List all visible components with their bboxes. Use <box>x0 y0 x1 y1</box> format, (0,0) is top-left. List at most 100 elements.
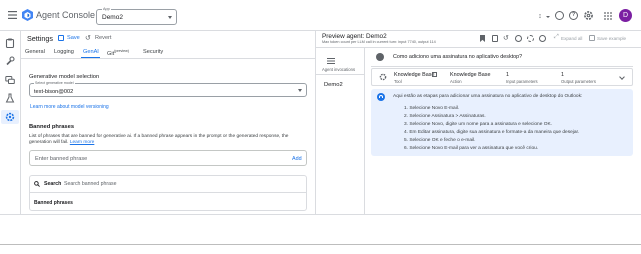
topbar-divider <box>0 30 641 31</box>
dialogflow-logo-icon <box>22 9 33 21</box>
wrench-icon[interactable] <box>5 56 15 66</box>
banned-phrases-desc-2: generation will fail. Learn more <box>29 140 94 145</box>
user-message-text: Como adiciono uma assinatura no aplicati… <box>393 54 523 60</box>
settings-gear-icon[interactable] <box>583 10 594 21</box>
banned-phrases-desc-2-text: generation will fail. <box>29 140 69 145</box>
tab-git-badge: (preview) <box>114 49 129 53</box>
revert-button[interactable]: ↺ Revert <box>85 34 113 43</box>
answer-step-4: 4. Em Editar assinatura, digite sua assi… <box>404 130 580 135</box>
invocations-divider <box>316 74 364 75</box>
output-label: Output parameters <box>561 79 596 84</box>
answer-step-5: 5. Selecione OK e feche o e-mail. <box>404 138 476 143</box>
settings-title: Settings <box>27 34 53 43</box>
model-select-value: text-bison@002 <box>34 88 74 95</box>
tool-icon <box>379 73 387 81</box>
banned-phrases-title: Banned phrases <box>29 124 75 130</box>
nav-rail <box>0 31 20 214</box>
table-header-divider <box>30 192 306 193</box>
app-title: Agent Console <box>36 10 96 20</box>
chevron-down-icon <box>298 89 302 92</box>
chevron-down-icon[interactable] <box>619 74 625 80</box>
search-label: Search <box>44 181 62 187</box>
user-avatar-icon <box>376 53 384 61</box>
save-icon <box>58 35 64 41</box>
expand-all-icon: ⤢ <box>554 34 559 40</box>
avatar[interactable]: D <box>619 9 632 22</box>
input-count: 1 <box>506 72 509 78</box>
banned-phrase-input-placeholder: Enter banned phrase <box>35 156 88 162</box>
help-icon[interactable]: ? <box>569 11 578 20</box>
tab-security[interactable]: Security <box>143 49 163 55</box>
environment-icon[interactable]: ↕ <box>535 12 545 20</box>
output-count: 1 <box>561 72 564 78</box>
agent-invocations-label: Agent invocations <box>322 67 356 72</box>
bookmark-icon[interactable] <box>480 35 485 42</box>
agent-list-item[interactable]: Demo2 <box>324 82 343 88</box>
test-flask-icon[interactable] <box>5 93 15 103</box>
model-select-label: Select generative model <box>34 81 75 85</box>
search-icon <box>34 181 40 187</box>
add-button[interactable]: Add <box>292 156 302 162</box>
preview-toolbar: ↺ ⤢ Expand all Save example <box>478 34 638 44</box>
revert-icon: ↺ <box>85 35 91 42</box>
answer-step-6: 6. Selecione Novo E-mail para ver a assi… <box>404 146 539 151</box>
bottom-divider <box>0 214 641 215</box>
table-header-banned-phrases: Banned phrases <box>34 200 73 206</box>
model-section-title: Generative model selection <box>29 74 100 80</box>
message-divider <box>371 66 633 67</box>
bottom-rule <box>0 244 641 245</box>
timer-icon[interactable] <box>539 35 546 42</box>
chat-bubbles-icon[interactable] <box>5 75 15 85</box>
tool-name: Knowledge Base <box>394 72 435 78</box>
app-select[interactable]: App Demo2 <box>96 7 177 25</box>
banned-learn-more-link[interactable]: Learn more <box>70 140 95 145</box>
app-select-value: Demo2 <box>102 14 123 21</box>
answer-step-2: 2. Selecione Assinatura > Assinaturas. <box>404 114 486 119</box>
menu-icon[interactable] <box>8 11 17 19</box>
revert-label: Revert <box>95 35 112 41</box>
action-type: Action <box>450 79 462 84</box>
banned-phrases-desc-1: List of phrases that are banned for gene… <box>29 134 289 139</box>
answer-intro: Aqui estão as etapas para adicionar uma … <box>393 94 583 99</box>
save-example-icon <box>589 35 595 41</box>
tab-git[interactable]: Git(preview) <box>107 49 129 57</box>
save-label: Save <box>67 35 80 41</box>
top-app-bar: Agent Console App Demo2 ↕ ? D <box>0 0 641 30</box>
tab-general[interactable]: General <box>25 49 45 55</box>
settings-gear-icon[interactable] <box>5 112 15 122</box>
app-select-label: App <box>102 7 111 11</box>
user-message-row: Como adiciono uma assinatura no aplicati… <box>371 51 633 64</box>
answer-step-3: 3. Selecione Novo, digite um nome para a… <box>404 122 552 127</box>
env-chevron-icon <box>546 16 550 18</box>
chevron-down-icon <box>168 16 172 19</box>
panel-divider <box>315 31 316 214</box>
play-icon[interactable] <box>515 35 522 42</box>
action-name: Knowledge Base <box>450 72 491 78</box>
model-select[interactable]: Select generative model text-bison@002 <box>29 81 307 97</box>
apps-grid-icon[interactable] <box>604 12 612 20</box>
preview-title: Preview agent: Demo2 <box>322 33 387 40</box>
save-button[interactable]: Save <box>58 34 80 43</box>
tab-logging[interactable]: Logging <box>54 49 74 55</box>
doc-icon[interactable] <box>492 35 498 42</box>
banned-phrases-table: Search Search banned phrase Banned phras… <box>29 175 307 211</box>
search-input[interactable]: Search banned phrase <box>64 181 294 187</box>
banned-phrase-input[interactable]: Enter banned phrase Add <box>29 150 307 166</box>
tab-genai[interactable]: GenAI <box>83 49 99 55</box>
answer-step-1: 1. Selecione Novo E-mail. <box>404 106 460 111</box>
tabs-divider <box>21 58 315 59</box>
clipboard-icon[interactable] <box>5 38 15 49</box>
preview-subtitle: Max token count per LLM call in current … <box>322 40 436 44</box>
learn-more-model-link[interactable]: Learn more about model versioning <box>30 104 109 110</box>
tool-type: Tool <box>394 79 402 84</box>
settings-icon[interactable] <box>527 35 534 42</box>
reset-icon[interactable]: ↺ <box>503 34 509 42</box>
tool-call-row[interactable]: Knowledge Base Tool Knowledge Base Actio… <box>371 68 633 86</box>
input-label: Input parameters <box>506 79 538 84</box>
agent-response-icon <box>377 93 385 101</box>
history-icon[interactable] <box>555 11 564 20</box>
save-example-button[interactable]: Save example <box>597 36 626 41</box>
invocations-icon <box>327 58 335 64</box>
open-in-new-icon[interactable] <box>432 72 437 77</box>
expand-all-button[interactable]: Expand all <box>561 36 582 41</box>
